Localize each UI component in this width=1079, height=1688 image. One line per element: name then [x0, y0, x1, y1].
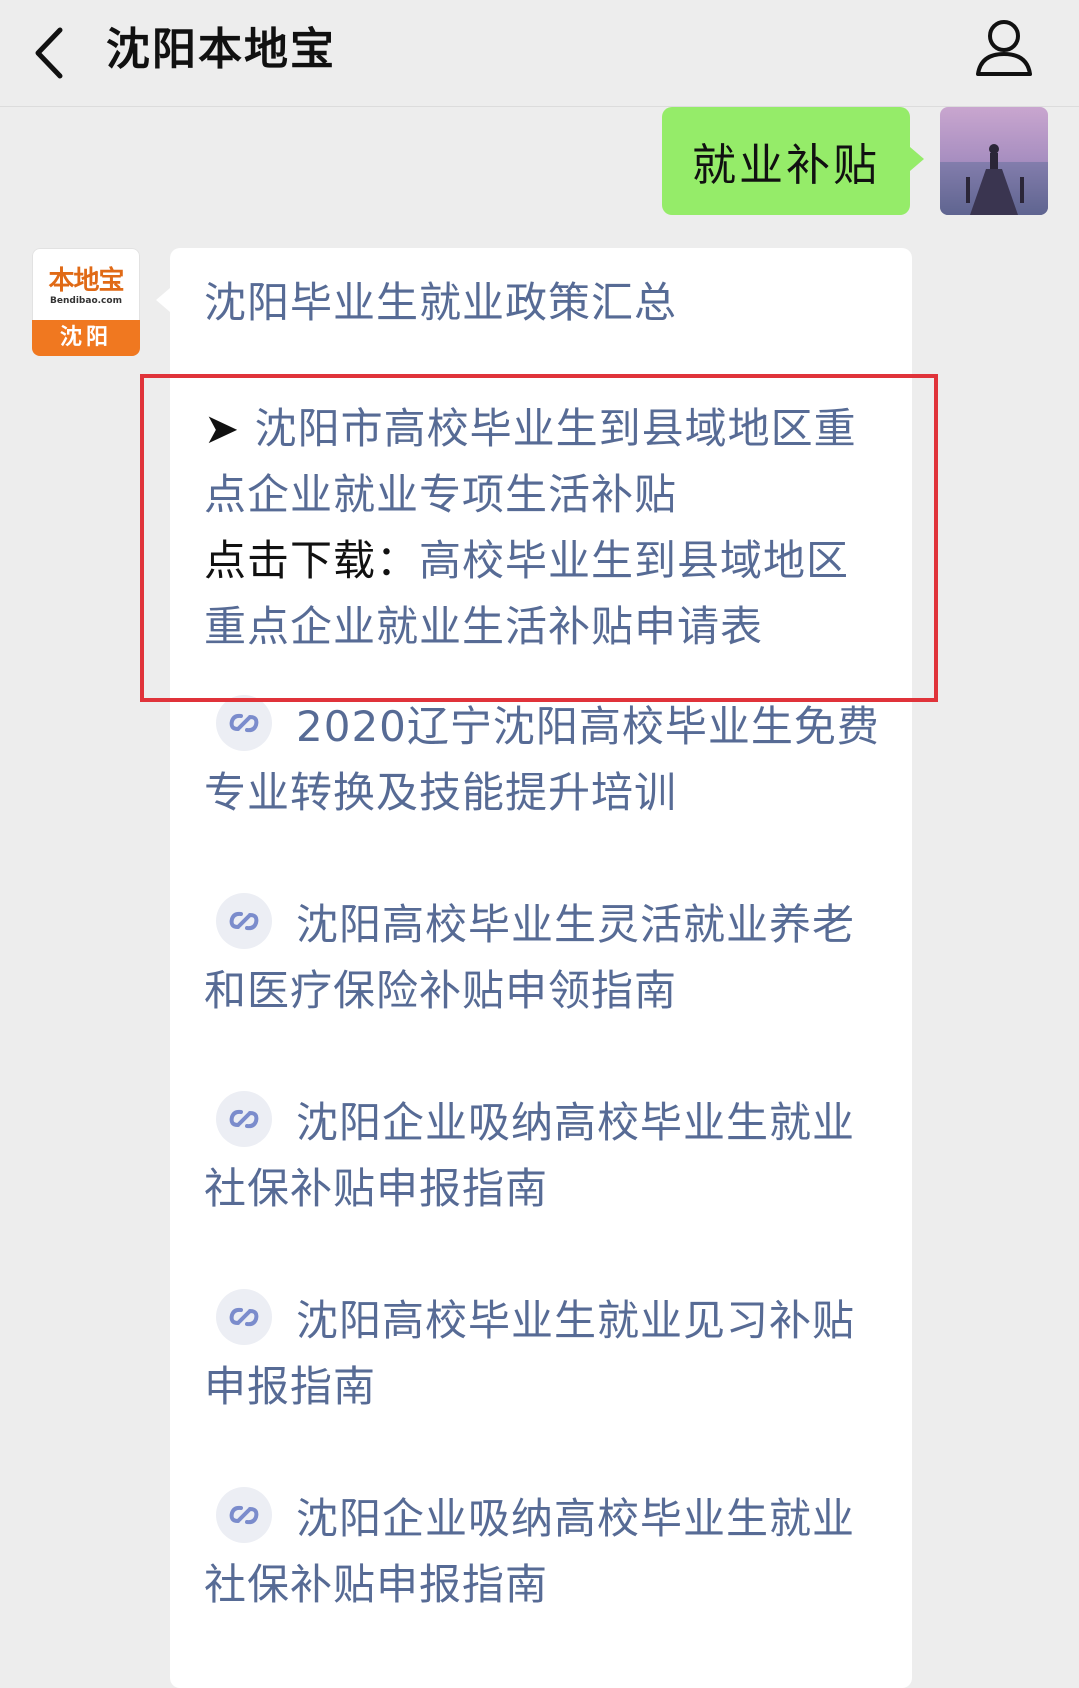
list-item-label: 沈阳企业吸纳高校毕业生就业社保补贴申报指南	[204, 1494, 856, 1609]
avatar-logo-city: 沈阳	[32, 320, 140, 356]
list-item-label: 沈阳高校毕业生就业见习补贴申报指南	[204, 1296, 856, 1411]
avatar-logo-text: 本地宝	[48, 266, 124, 296]
mini-program-link-icon	[216, 893, 272, 949]
list-item-label: 沈阳高校毕业生灵活就业养老和医疗保险补贴申领指南	[204, 900, 856, 1015]
mini-program-link-icon	[216, 1289, 272, 1345]
bot-message-bubble: 沈阳毕业生就业政策汇总 ➤ 沈阳市高校毕业生到县域地区重点企业就业专项生活补贴 …	[156, 248, 912, 1688]
message-heading: 沈阳毕业生就业政策汇总	[204, 278, 678, 327]
page-title: 沈阳本地宝	[106, 24, 336, 75]
user-message-bubble[interactable]: 就业补贴	[662, 107, 924, 215]
profile-button[interactable]	[973, 16, 1035, 80]
subsidy-article-link[interactable]: 沈阳市高校毕业生到县域地区重点企业就业专项生活补贴	[204, 404, 857, 519]
list-item[interactable]: 2020辽宁沈阳高校毕业生免费专业转换及技能提升培训	[204, 694, 884, 826]
top-bar: 沈阳本地宝	[0, 0, 1079, 107]
list-item[interactable]: 沈阳高校毕业生就业见习补贴申报指南	[204, 1288, 884, 1420]
arrow-icon: ➤	[204, 404, 241, 453]
mini-program-link-icon	[216, 1487, 272, 1543]
avatar-logo-url: Bendibao.com	[50, 296, 122, 306]
list-item-label: 沈阳企业吸纳高校毕业生就业社保补贴申报指南	[204, 1098, 856, 1213]
mini-program-link-icon	[216, 695, 272, 751]
list-item[interactable]: 沈阳企业吸纳高校毕业生就业社保补贴申报指南	[204, 1090, 884, 1222]
bot-avatar[interactable]: 本地宝 Bendibao.com 沈阳	[32, 248, 140, 356]
back-button[interactable]	[30, 18, 80, 88]
highlight-block: ➤ 沈阳市高校毕业生到县域地区重点企业就业专项生活补贴 点击下载：高校毕业生到县…	[204, 396, 884, 660]
list-item[interactable]: 沈阳企业吸纳高校毕业生就业社保补贴申报指南	[204, 1486, 884, 1618]
list-item[interactable]: 沈阳高校毕业生灵活就业养老和医疗保险补贴申领指南	[204, 892, 884, 1024]
mini-program-link-icon	[216, 1091, 272, 1147]
list-item-label: 2020辽宁沈阳高校毕业生免费专业转换及技能提升培训	[204, 702, 880, 817]
profile-icon	[976, 20, 1032, 76]
download-label: 点击下载：	[204, 536, 420, 585]
chevron-left-icon	[35, 27, 63, 79]
user-avatar[interactable]	[940, 107, 1048, 215]
